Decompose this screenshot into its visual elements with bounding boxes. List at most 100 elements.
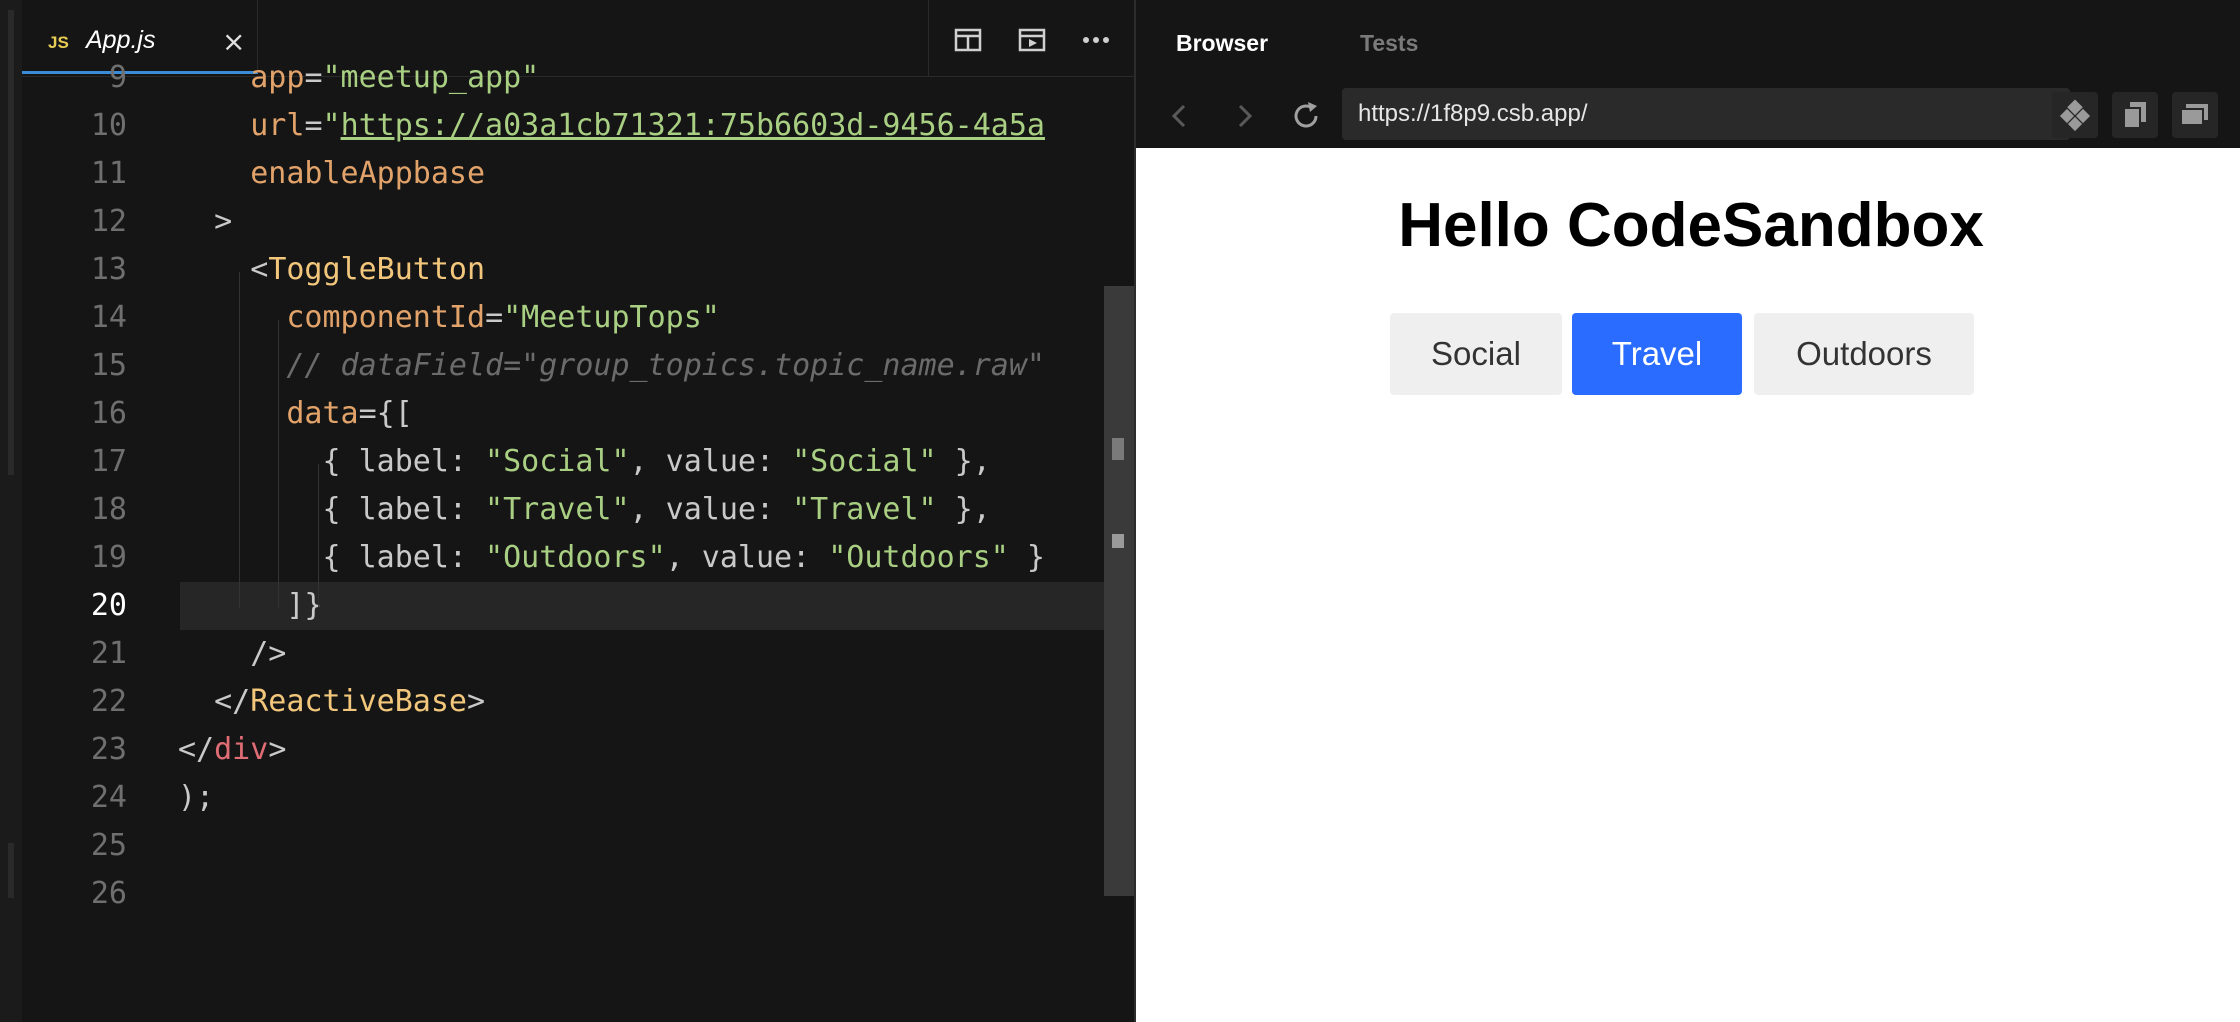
line-number: 10 (90, 108, 127, 143)
code-area[interactable]: 9 app="meetup_app" 10 url="https://a03a1c… (22, 60, 1134, 1022)
code-token: { label: (178, 444, 486, 479)
code-token: ReactiveBase (250, 684, 467, 719)
devtools-icon[interactable] (2052, 92, 2098, 138)
code-token: "Social" (792, 444, 937, 479)
code-token: app (250, 60, 305, 95)
preview-viewport: Hello CodeSandbox Social Travel Outdoors (1136, 148, 2240, 1022)
strip-scroll-mark (8, 10, 14, 475)
code-line[interactable]: 18 { label: "Travel", value: "Travel" }, (22, 486, 1134, 534)
tab-tests[interactable]: Tests (1360, 30, 1418, 57)
back-icon[interactable] (1160, 96, 1200, 136)
line-number: 15 (90, 348, 127, 383)
code-line[interactable]: 19 { label: "Outdoors", value: "Outdoors… (22, 534, 1134, 582)
refresh-icon[interactable] (1286, 96, 1326, 136)
code-line[interactable]: 16 data={[ (22, 390, 1134, 438)
code-line[interactable]: 10 url="https://a03a1cb71321:75b6603d-94… (22, 102, 1134, 150)
code-token: { label: (178, 492, 486, 527)
code-line[interactable]: 25 (22, 822, 1134, 870)
code-line[interactable]: 15 // dataField="group_topics.topic_name… (22, 342, 1134, 390)
code-text: componentId="MeetupTops" (178, 294, 720, 342)
page-heading: Hello CodeSandbox (1398, 191, 1984, 260)
code-text: </ReactiveBase> (178, 678, 485, 726)
tab-filename: App.js (86, 26, 156, 54)
indent-guide (318, 464, 319, 608)
line-number: 13 (90, 252, 127, 287)
code-token: = (485, 300, 504, 335)
line-number: 25 (90, 828, 127, 863)
code-line[interactable]: 11 enableAppbase (22, 150, 1134, 198)
line-number: 24 (90, 780, 127, 815)
code-token: "Social" (485, 444, 630, 479)
code-token: // dataField="group_topics.topic_name.ra… (286, 348, 1045, 383)
code-line[interactable]: 9 app="meetup_app" (22, 54, 1134, 102)
editor-scrollbar[interactable] (1104, 286, 1134, 896)
code-token: "Outdoors" (828, 540, 1009, 575)
code-token: "meetup_app" (322, 60, 540, 95)
line-number: 12 (90, 204, 127, 239)
code-line[interactable]: 13 <ToggleButton (22, 246, 1134, 294)
code-token: "Outdoors" (485, 540, 666, 575)
activity-strip (0, 0, 22, 1022)
code-line[interactable]: 20 ]} (22, 582, 1134, 630)
code-line[interactable]: 22 </ReactiveBase> (22, 678, 1134, 726)
indent-guide (239, 272, 240, 608)
copy-icon[interactable] (2112, 92, 2158, 138)
scrollbar-marker (1112, 438, 1124, 460)
toggle-outdoors-button[interactable]: Outdoors (1754, 313, 1974, 395)
code-line[interactable]: 24); (22, 774, 1134, 822)
js-file-icon: JS (48, 33, 69, 52)
code-token: ToggleButton (268, 252, 486, 287)
preview-tabs: Browser Tests (1136, 0, 2240, 86)
code-text: app="meetup_app" (178, 54, 539, 102)
active-line-highlight (180, 582, 1134, 630)
code-token: "Travel" (792, 492, 937, 527)
code-token: data (286, 396, 359, 431)
line-number: 18 (90, 492, 127, 527)
split-view-icon[interactable] (952, 24, 984, 56)
code-token: /> (178, 636, 287, 671)
forward-icon[interactable] (1224, 96, 1264, 136)
tab-browser[interactable]: Browser (1176, 30, 1268, 57)
code-line[interactable]: 23 </div> (22, 726, 1134, 774)
code-line[interactable]: 26 (22, 870, 1134, 918)
more-icon[interactable] (1080, 24, 1112, 56)
code-text: // dataField="group_topics.topic_name.ra… (178, 342, 1045, 390)
code-token: > (178, 204, 233, 239)
line-number: 21 (90, 636, 127, 671)
toggle-travel-button[interactable]: Travel (1572, 313, 1742, 395)
code-text: data={[ (178, 390, 412, 438)
code-text: > (178, 198, 232, 246)
code-line[interactable]: 14 componentId="MeetupTops" (22, 294, 1134, 342)
code-token: https://a03a1cb71321:75b6603d-9456-4a5a (340, 108, 1045, 143)
code-text: { label: "Outdoors", value: "Outdoors" } (178, 534, 1045, 582)
url-input[interactable]: https://1f8p9.csb.app/ (1342, 88, 2070, 140)
line-number: 17 (90, 444, 127, 479)
code-token: { label: (178, 540, 486, 575)
code-text: ); (178, 774, 214, 822)
line-number: 9 (108, 60, 127, 95)
code-text: { label: "Social", value: "Social" }, (178, 438, 990, 486)
strip-scroll-mark (8, 843, 14, 898)
code-token: = (304, 60, 323, 95)
line-number: 23 (90, 732, 127, 767)
code-token: , value: (665, 540, 829, 575)
preview-icon[interactable] (1016, 24, 1048, 56)
code-text: url="https://a03a1cb71321:75b6603d-9456-… (178, 102, 1045, 150)
code-token: "MeetupTops" (503, 300, 720, 335)
code-line[interactable]: 17 { label: "Social", value: "Social" }, (22, 438, 1134, 486)
new-window-icon[interactable] (2172, 92, 2218, 138)
line-number: 19 (90, 540, 127, 575)
line-number: 26 (90, 876, 127, 911)
code-token: }, (936, 492, 991, 527)
code-line[interactable]: 12 > (22, 198, 1134, 246)
toggle-social-button[interactable]: Social (1390, 313, 1562, 395)
code-line[interactable]: 21 /> (22, 630, 1134, 678)
code-token: url (250, 108, 305, 143)
preview-panel: Browser Tests https://1f8p9.csb.app/ Hel… (1134, 0, 2240, 1022)
code-token: ]} (178, 588, 323, 623)
code-token: enableAppbase (250, 156, 486, 191)
